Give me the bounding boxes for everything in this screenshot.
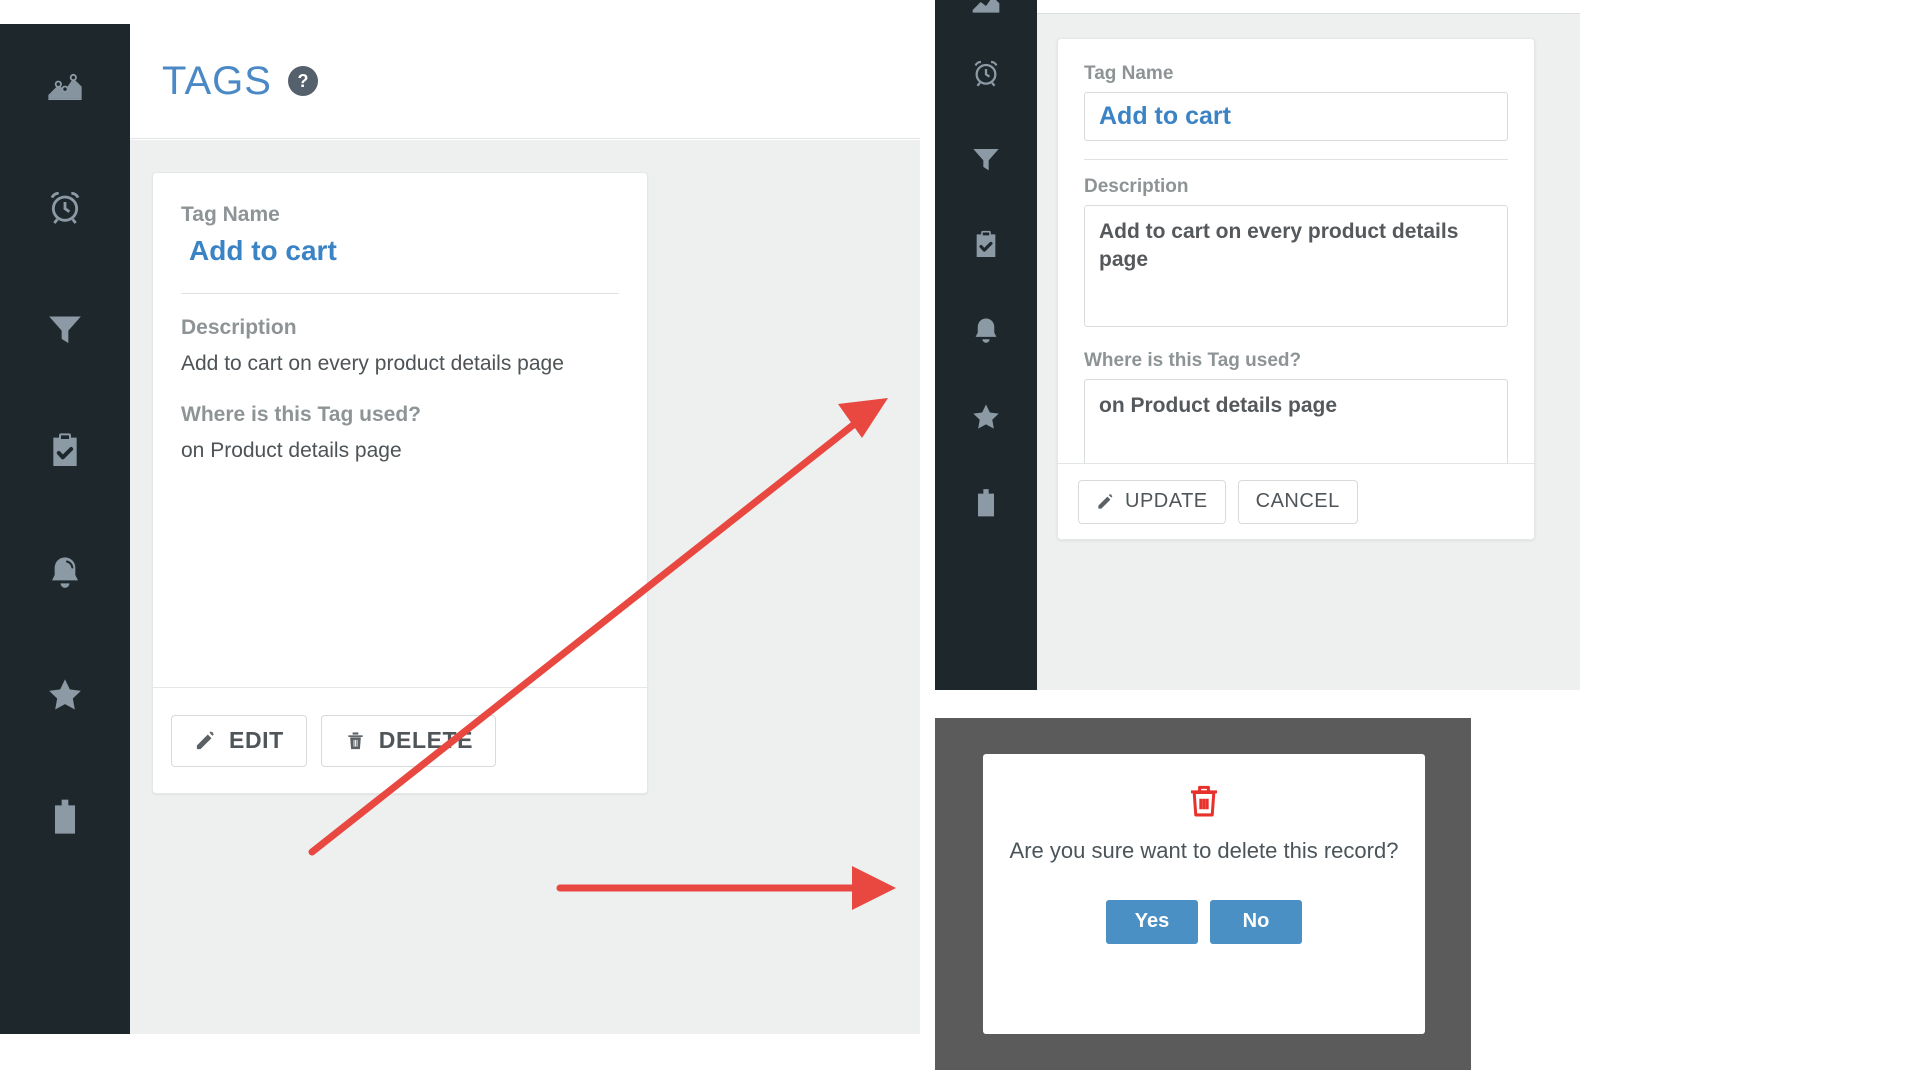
star-icon	[49, 679, 81, 710]
sidebar-item-favorites[interactable]	[935, 374, 1037, 460]
cancel-button[interactable]: CANCEL	[1237, 479, 1358, 524]
funnel-filter-icon	[973, 149, 999, 171]
tag-edit-form-screenshot: Tag Name Description Where is this Tag u…	[935, 0, 1580, 719]
sidebar-item-favorites[interactable]	[0, 634, 130, 756]
sidebar-item-notifications[interactable]	[935, 288, 1037, 374]
edit-card-actions: UPDATE CANCEL	[1058, 463, 1534, 539]
update-button-label: UPDATE	[1125, 490, 1208, 512]
delete-confirm-dialog: Are you sure want to delete this record?…	[983, 754, 1425, 1034]
sidebar-item-alerts[interactable]	[935, 30, 1037, 116]
analytics-chart-icon	[972, 0, 1000, 13]
edit-button[interactable]: EDIT	[171, 714, 307, 767]
pencil-icon	[196, 731, 214, 750]
confirm-yes-button[interactable]: Yes	[1106, 899, 1198, 944]
paste-clipboard-icon	[55, 799, 75, 834]
sidebar-item-filters[interactable]	[935, 116, 1037, 202]
sidebar-item-clipboard[interactable]	[0, 756, 130, 878]
sidebar-item-notifications[interactable]	[0, 512, 130, 634]
tag-edit-card: Tag Name Description Where is this Tag u…	[1057, 38, 1535, 540]
bell-icon	[52, 557, 78, 588]
delete-button-label: DELETE	[378, 727, 474, 753]
help-icon[interactable]: ?	[287, 66, 318, 96]
edit-usage-label: Where is this Tag used?	[1084, 350, 1302, 371]
confirm-message: Are you sure want to delete this record?	[1009, 838, 1399, 863]
edit-panel-content: Tag Name Description Where is this Tag u…	[1037, 14, 1580, 690]
clipboard-check-icon	[976, 230, 996, 257]
usage-label: Where is this Tag used?	[181, 403, 421, 427]
paste-clipboard-icon	[978, 489, 994, 517]
star-icon	[973, 404, 999, 429]
sidebar-nav	[0, 24, 130, 1034]
funnel-filter-icon	[49, 316, 81, 344]
description-value: Add to cart on every product details pag…	[181, 352, 564, 375]
confirm-actions: Yes No	[1106, 899, 1302, 944]
tags-page-screenshot: TAGS ? Tag Name Add to cart Description …	[0, 24, 920, 1034]
tag-name-input[interactable]	[1084, 92, 1508, 141]
description-textarea[interactable]	[1084, 205, 1508, 327]
page-content-area: Tag Name Add to cart Description Add to …	[130, 140, 920, 1034]
tag-detail-card: Tag Name Add to cart Description Add to …	[152, 172, 648, 794]
alarm-clock-icon	[974, 60, 998, 87]
pencil-icon	[1098, 493, 1113, 509]
page-header: TAGS ?	[130, 24, 920, 139]
screenshot-canvas: TAGS ? Tag Name Add to cart Description …	[0, 0, 1920, 1080]
analytics-chart-icon	[48, 73, 82, 100]
confirm-no-button[interactable]: No	[1210, 899, 1302, 944]
clipboard-check-icon	[53, 433, 77, 466]
alarm-clock-icon	[50, 191, 80, 224]
trash-icon	[1191, 785, 1217, 817]
sidebar-item-filters[interactable]	[0, 268, 130, 390]
cancel-button-label: CANCEL	[1255, 490, 1340, 512]
usage-value: on Product details page	[181, 439, 402, 463]
update-button[interactable]: UPDATE	[1078, 479, 1226, 524]
delete-confirm-screenshot: Are you sure want to delete this record?…	[935, 718, 1471, 1070]
sidebar-item-analytics-partial[interactable]	[935, 0, 1037, 30]
edit-description-label: Description	[1084, 176, 1189, 197]
edit-panel-header-strip	[1037, 0, 1580, 14]
sidebar-item-clipboard[interactable]	[935, 460, 1037, 546]
bell-icon	[975, 318, 997, 343]
delete-button[interactable]: DELETE	[320, 714, 497, 767]
sidebar-item-analytics[interactable]	[0, 24, 130, 146]
sidebar-nav-secondary	[935, 0, 1037, 690]
tag-name-label: Tag Name	[181, 203, 280, 226]
sidebar-item-tasks[interactable]	[0, 390, 130, 512]
tag-name-value: Add to cart	[189, 235, 337, 266]
description-label: Description	[181, 316, 297, 339]
sidebar-item-alerts[interactable]	[0, 146, 130, 268]
sidebar-item-tasks[interactable]	[935, 202, 1037, 288]
edit-tag-name-label: Tag Name	[1084, 63, 1174, 84]
page-title: TAGS	[162, 58, 272, 103]
edit-button-label: EDIT	[229, 727, 284, 753]
trash-icon	[348, 732, 363, 750]
usage-textarea[interactable]	[1084, 379, 1508, 475]
card-actions: EDIT DELETE	[153, 687, 647, 793]
